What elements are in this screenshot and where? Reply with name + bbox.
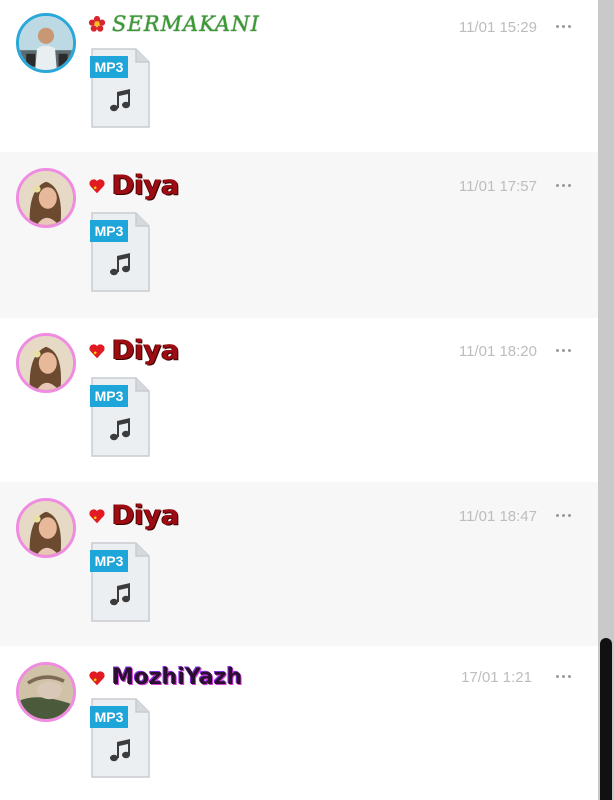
heart-icon xyxy=(89,343,105,358)
more-options-icon[interactable] xyxy=(556,674,572,680)
author-name[interactable]: Diya xyxy=(112,170,180,201)
timestamp: 11/01 17:57 xyxy=(458,178,537,195)
avatar[interactable] xyxy=(16,13,76,73)
post-item: Diya 11/01 18:20 MP3 xyxy=(0,318,598,482)
author-row: MozhiYazh xyxy=(88,665,242,690)
scrollbar-track[interactable] xyxy=(598,0,614,800)
file-type-label: MP3 xyxy=(90,220,128,242)
more-options-icon[interactable] xyxy=(556,513,572,519)
avatar[interactable] xyxy=(16,498,76,558)
mp3-attachment[interactable]: MP3 xyxy=(90,212,150,292)
mp3-attachment[interactable]: MP3 xyxy=(90,48,150,128)
author-name[interactable]: Diya xyxy=(112,500,180,531)
author-row: Diya xyxy=(88,170,180,201)
post-item: Diya 11/01 18:47 MP3 xyxy=(0,482,598,646)
file-type-label: MP3 xyxy=(90,56,128,78)
timestamp: 11/01 18:20 xyxy=(458,343,537,360)
author-name[interactable]: Diya xyxy=(112,335,180,366)
scrollbar-thumb[interactable] xyxy=(600,638,612,800)
more-options-icon[interactable] xyxy=(556,183,572,189)
timestamp: 11/01 15:29 xyxy=(458,19,537,36)
author-row: Diya xyxy=(88,500,180,531)
heart-icon xyxy=(89,178,105,193)
more-options-icon[interactable] xyxy=(556,348,572,354)
file-type-label: MP3 xyxy=(90,550,128,572)
file-type-label: MP3 xyxy=(90,706,128,728)
post-item: MozhiYazh 17/01 1:21 MP3 xyxy=(0,646,598,800)
mp3-attachment[interactable]: MP3 xyxy=(90,698,150,778)
author-row: Diya xyxy=(88,335,180,366)
post-item: SERMAKANI 11/01 15:29 MP3 xyxy=(0,0,598,152)
timestamp: 17/01 1:21 xyxy=(461,669,532,686)
author-row: SERMAKANI xyxy=(88,12,260,36)
more-options-icon[interactable] xyxy=(556,24,572,30)
timestamp: 11/01 18:47 xyxy=(458,508,537,525)
post-item: Diya 11/01 17:57 MP3 xyxy=(0,152,598,318)
heart-icon xyxy=(89,508,105,523)
mp3-attachment[interactable]: MP3 xyxy=(90,377,150,457)
avatar[interactable] xyxy=(16,662,76,722)
avatar[interactable] xyxy=(16,333,76,393)
author-name[interactable]: SERMAKANI xyxy=(112,12,260,36)
file-type-label: MP3 xyxy=(90,385,128,407)
mp3-attachment[interactable]: MP3 xyxy=(90,542,150,622)
avatar[interactable] xyxy=(16,168,76,228)
author-name[interactable]: MozhiYazh xyxy=(112,665,242,690)
heart-icon xyxy=(89,670,105,685)
flower-icon xyxy=(88,15,106,32)
message-feed: SERMAKANI 11/01 15:29 MP3 Diya 11/01 17:… xyxy=(0,0,598,800)
